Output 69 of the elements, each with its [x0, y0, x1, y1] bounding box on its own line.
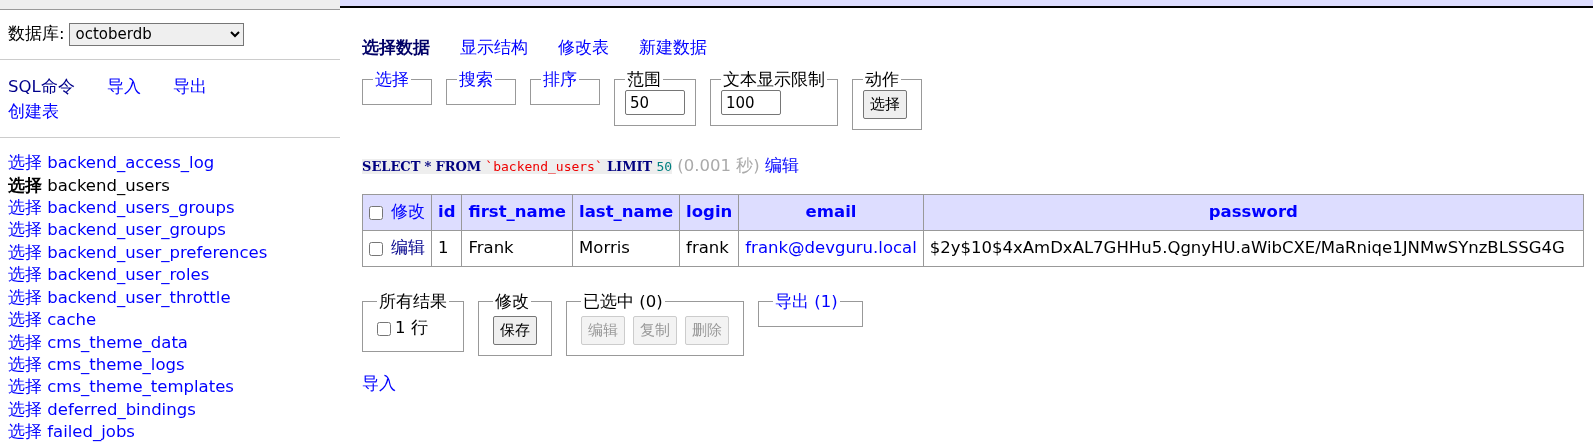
- select-link[interactable]: 选择: [8, 287, 42, 307]
- select-link[interactable]: 选择: [8, 377, 42, 397]
- select-link[interactable]: 选择: [8, 198, 42, 218]
- action-button[interactable]: 保存: [493, 316, 537, 345]
- database-select[interactable]: octoberdb: [68, 22, 244, 46]
- select-link[interactable]: 选择: [8, 265, 42, 285]
- select-all-checkbox[interactable]: [369, 205, 383, 220]
- table-name-link[interactable]: deferred_bindings: [47, 399, 196, 419]
- legend-label: 范围: [626, 68, 662, 91]
- sidebar-link[interactable]: 导入: [106, 76, 141, 96]
- select-link[interactable]: 选择: [8, 175, 42, 195]
- column-header[interactable]: email: [738, 194, 924, 231]
- column-header[interactable]: login: [679, 194, 739, 231]
- tab[interactable]: 修改表: [558, 38, 609, 57]
- select-link[interactable]: 选择: [8, 310, 42, 330]
- select-link[interactable]: 选择: [8, 220, 42, 240]
- table-cell: 1: [431, 230, 462, 267]
- table-name-link[interactable]: backend_users: [47, 175, 170, 195]
- table-name-link[interactable]: backend_user_groups: [47, 220, 226, 240]
- table-name-link[interactable]: backend_user_roles: [47, 265, 210, 285]
- table-name-link[interactable]: cms_theme_logs: [47, 354, 185, 374]
- legend-link[interactable]: 搜索: [457, 68, 495, 91]
- table-name-link[interactable]: backend_access_log: [47, 153, 215, 173]
- tab[interactable]: 显示结构: [460, 38, 528, 57]
- table-cell: $2y$10$4xAmDxAL7GHHu5.QgnyHU.aWibCXE/MaRniqe1JNMwSYnzBLSSG4G: [923, 230, 1584, 267]
- select-button[interactable]: 选择: [863, 90, 907, 119]
- legend-link[interactable]: 排序: [541, 68, 579, 91]
- tab[interactable]: 选择数据: [362, 38, 430, 57]
- table-cell: frank: [679, 230, 739, 267]
- legend-link[interactable]: 导出 (1): [773, 290, 840, 313]
- select-link[interactable]: 选择: [8, 332, 42, 352]
- edit-query-link[interactable]: 编辑: [764, 155, 799, 175]
- sidebar-link[interactable]: 创建表: [8, 101, 59, 121]
- legend-link[interactable]: 选择: [373, 68, 411, 91]
- number-field[interactable]: 100: [721, 90, 781, 116]
- sql-query: SELECT * FROM `backend_users` LIMIT 50: [362, 158, 673, 174]
- table-name-link[interactable]: cms_theme_data: [47, 332, 188, 352]
- legend-label: 修改: [494, 290, 530, 313]
- database-label: 数据库:: [8, 23, 65, 45]
- table-name-link[interactable]: backend_user_throttle: [47, 287, 231, 307]
- row-count-label: 1 行: [395, 317, 428, 340]
- all-results-checkbox[interactable]: [377, 321, 391, 336]
- tab[interactable]: 新建数据: [639, 38, 707, 57]
- row-checkbox[interactable]: [369, 241, 383, 256]
- column-header[interactable]: last_name: [572, 194, 680, 231]
- column-header[interactable]: id: [431, 194, 462, 231]
- sidebar-link[interactable]: 导出: [172, 76, 207, 96]
- table-name-link[interactable]: failed_jobs: [47, 422, 135, 442]
- legend-label: 动作: [864, 68, 900, 91]
- table-name-link[interactable]: cache: [47, 310, 97, 330]
- select-link[interactable]: 选择: [8, 354, 42, 374]
- select-link[interactable]: 选择: [8, 153, 42, 173]
- column-header[interactable]: first_name: [461, 194, 573, 231]
- table-cell: Frank: [461, 230, 573, 267]
- select-link[interactable]: 选择: [8, 422, 42, 442]
- number-field[interactable]: 50: [625, 90, 685, 116]
- select-link[interactable]: 选择: [8, 399, 42, 419]
- table-cell: Morris: [572, 230, 680, 267]
- legend-label: 所有结果: [378, 290, 448, 313]
- table-name-link[interactable]: cms_theme_templates: [47, 377, 234, 397]
- column-header[interactable]: password: [923, 194, 1584, 231]
- query-timing: (0.001 秒): [677, 155, 760, 175]
- import-link[interactable]: 导入: [362, 373, 396, 393]
- legend-label: 文本显示限制: [722, 68, 826, 91]
- table-name-link[interactable]: backend_user_preferences: [47, 242, 268, 262]
- legend-label: 已选中 (0): [582, 290, 664, 313]
- sidebar-link[interactable]: SQL命令: [8, 76, 75, 96]
- table-name-link[interactable]: backend_users_groups: [47, 198, 235, 218]
- select-link[interactable]: 选择: [8, 242, 42, 262]
